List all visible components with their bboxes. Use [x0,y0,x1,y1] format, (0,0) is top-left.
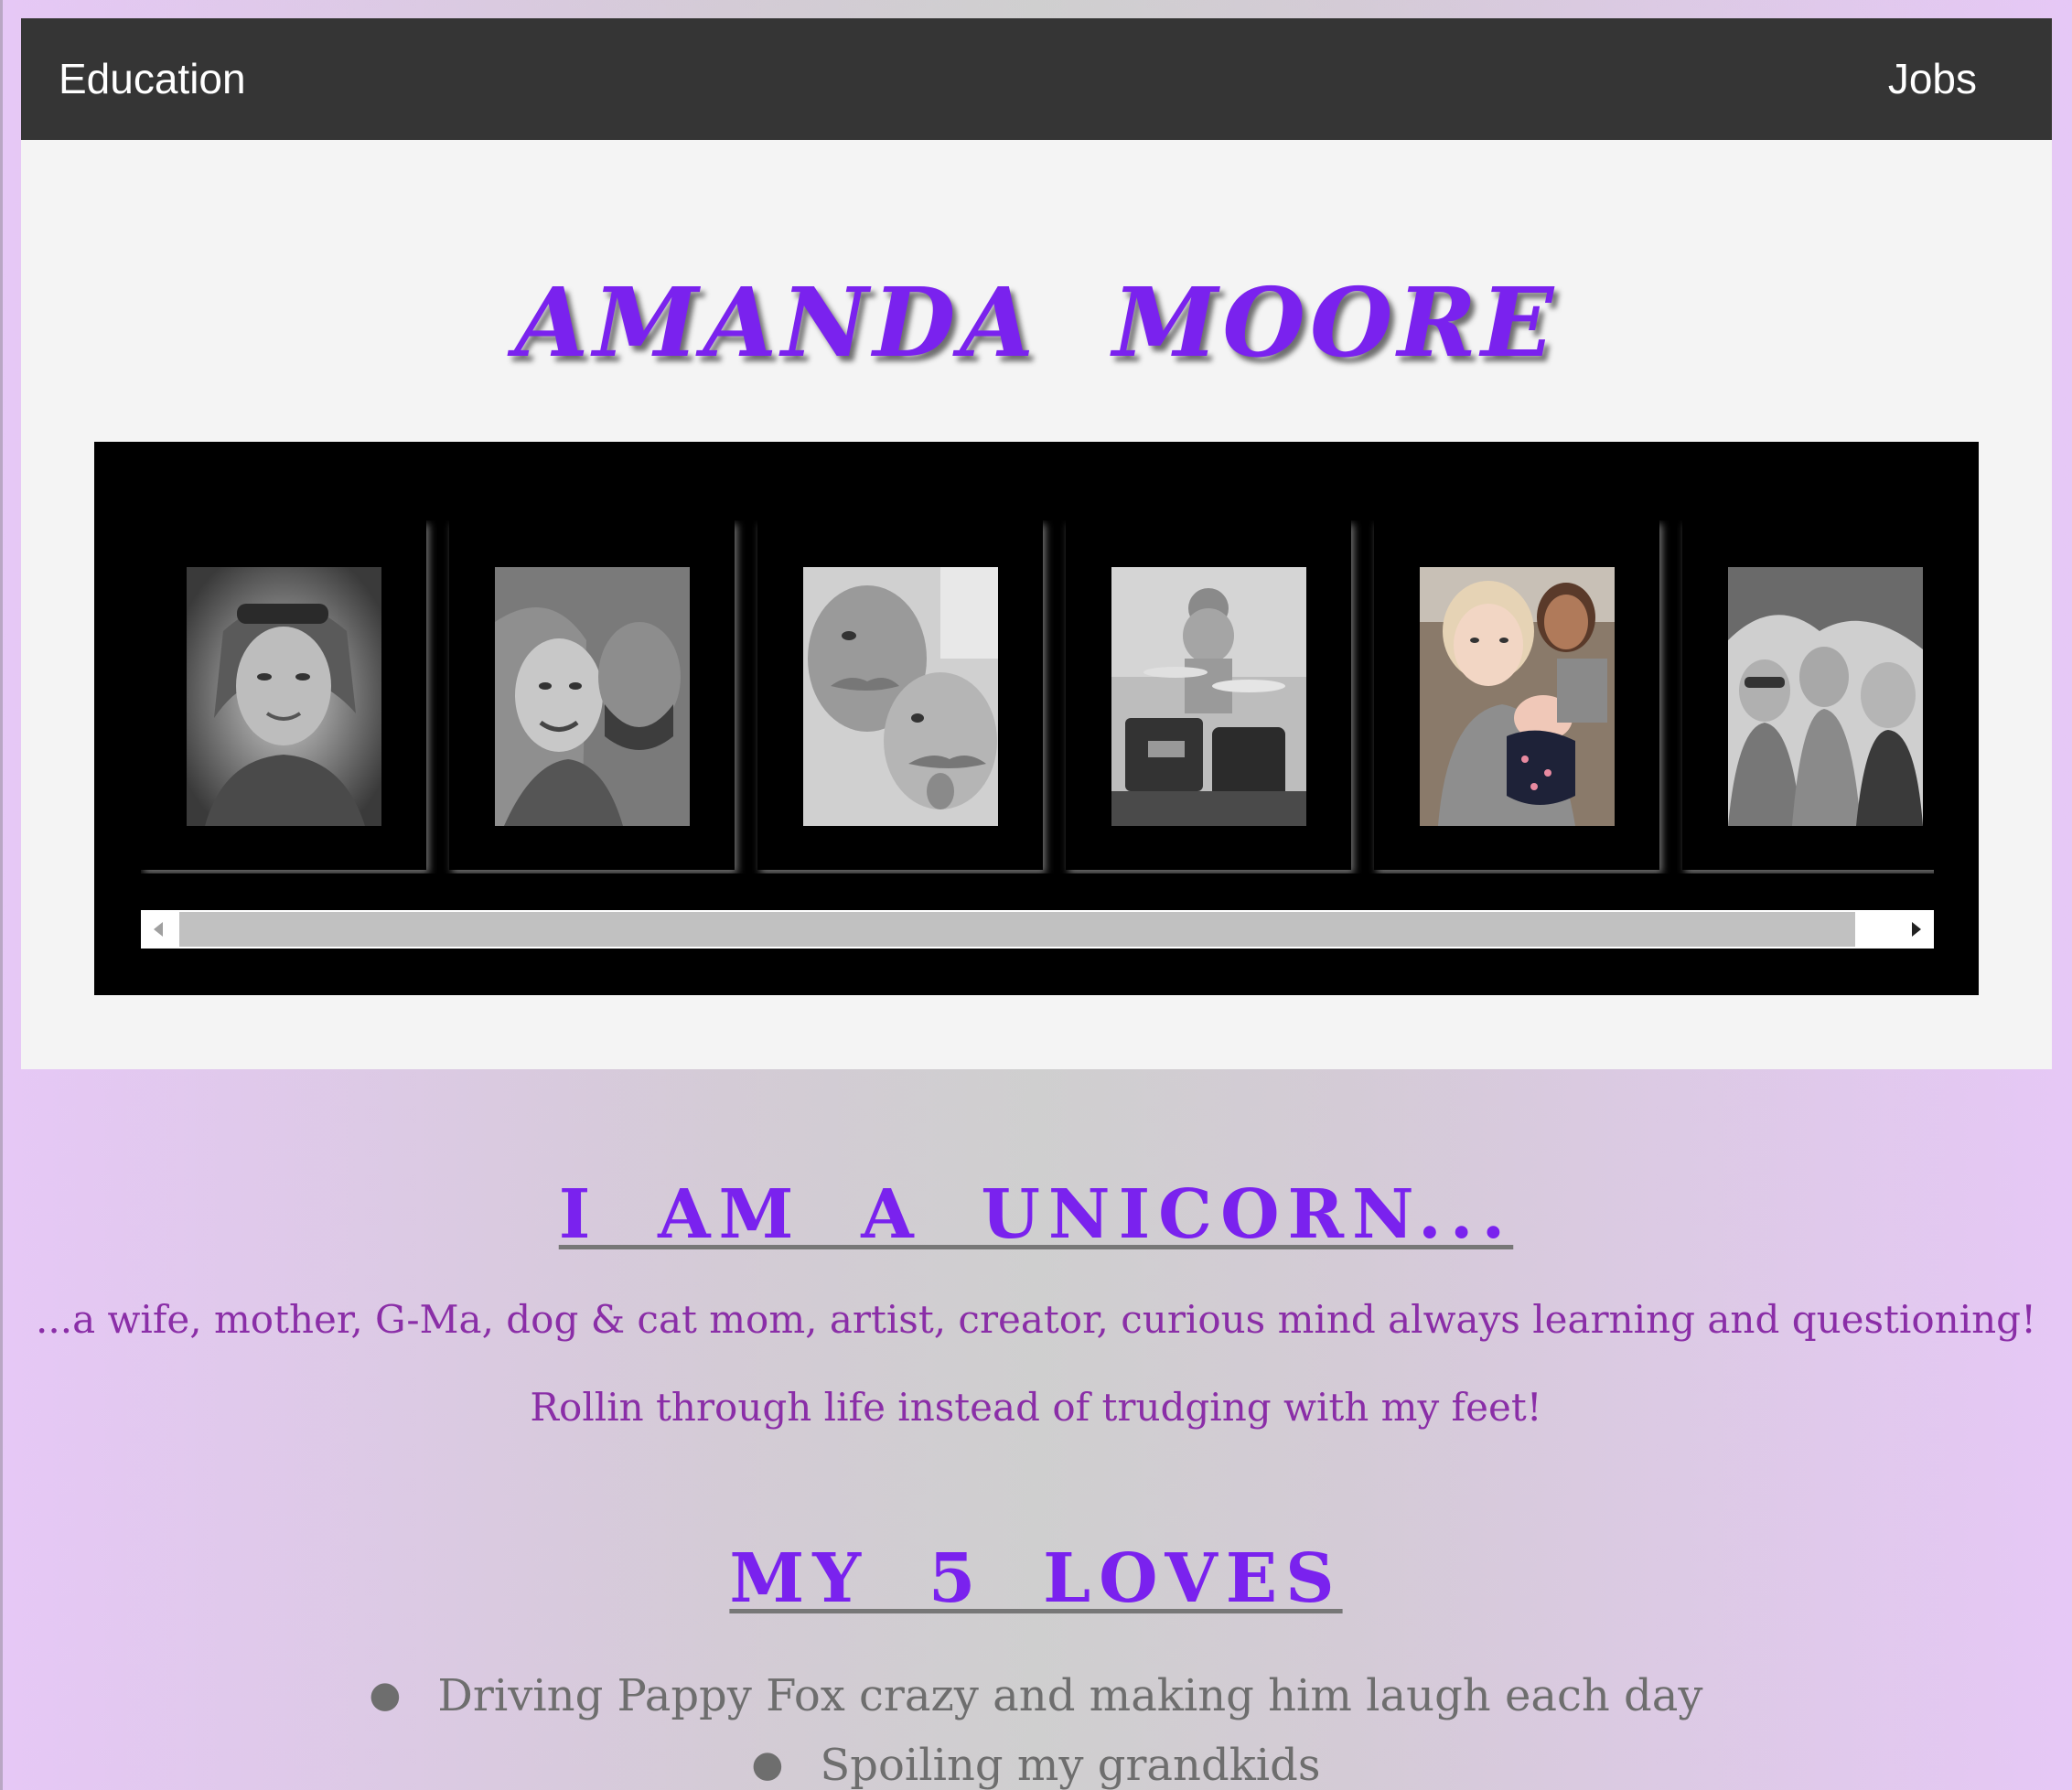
about-tagline: Rollin through life instead of trudging … [530,1385,1542,1430]
list-item: ● Spoiling my grandkids [0,1732,2072,1790]
hero-section: AMANDA MOORE [21,140,2052,1069]
three-girls-outdoors-photo [1728,567,1923,826]
bullet-icon: ● [751,1743,784,1785]
gallery-strip[interactable] [141,520,1934,874]
photo-card[interactable] [1374,520,1659,870]
photo-card[interactable] [1682,520,1934,870]
photo-card[interactable] [757,520,1043,870]
scroll-left-arrow-icon[interactable] [141,910,177,949]
woman-smiling-portrait [187,567,381,826]
couple-selfie-portrait [495,567,690,826]
nav-link-jobs[interactable]: Jobs [1888,18,1977,140]
kids-with-baby-photo [1420,567,1615,826]
photo-card[interactable] [449,520,735,870]
mustache-selfie-portrait [803,567,998,826]
love-item-text: Driving Pappy Fox crazy and making him l… [437,1670,1703,1721]
scroll-thumb[interactable] [179,912,1855,947]
bullet-icon: ● [369,1674,402,1716]
photo-card[interactable] [141,520,426,870]
hero-title: AMANDA MOORE [514,266,1559,379]
scroll-right-arrow-icon[interactable] [1897,910,1934,949]
gallery-scrollbar[interactable] [141,910,1934,949]
photo-gallery [94,442,1979,995]
list-item: ● Driving Pappy Fox crazy and making him … [0,1663,2072,1732]
top-navbar: Education Jobs [21,18,2052,140]
loves-heading: MY 5 LOVES [729,1539,1343,1618]
loves-list: ● Driving Pappy Fox crazy and making him … [0,1663,2072,1790]
photo-card[interactable] [1066,520,1351,870]
child-drum-kit-photo [1111,567,1306,826]
unicorn-heading: I AM A UNICORN... [558,1175,1514,1254]
about-description: ...a wife, mother, G-Ma, dog & cat mom, … [36,1297,2036,1342]
nav-link-education[interactable]: Education [59,18,246,140]
love-item-text: Spoiling my grandkids [820,1740,1321,1790]
page-left-border [0,0,3,1790]
